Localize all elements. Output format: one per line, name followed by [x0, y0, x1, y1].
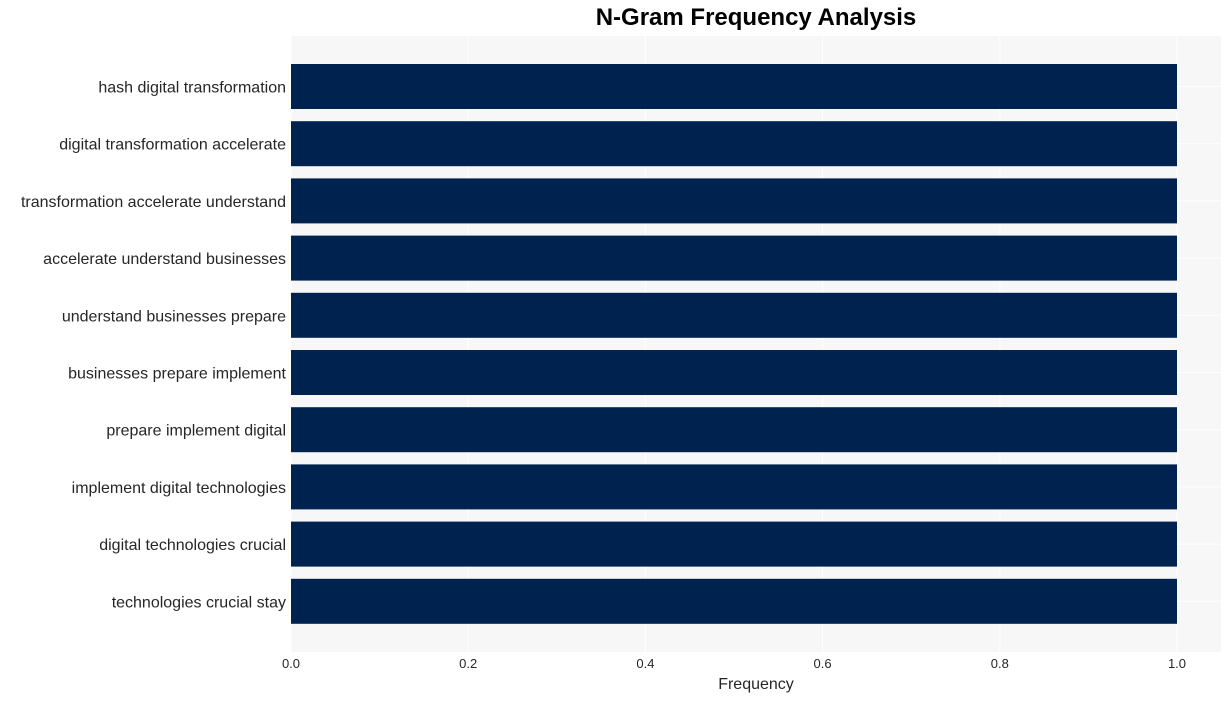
y-tick-label: accelerate understand businesses: [43, 251, 286, 268]
bar: [291, 178, 1177, 224]
y-tick-label: transformation accelerate understand: [21, 194, 286, 211]
bar: [291, 121, 1177, 167]
x-tick-label: 0.2: [459, 656, 477, 671]
x-tick-label: 0.0: [282, 656, 300, 671]
y-tick-label: understand businesses prepare: [62, 308, 286, 325]
x-tick-labels: 0.0 0.2 0.4 0.6 0.8 1.0: [282, 656, 1186, 671]
y-tick-label: businesses prepare implement: [68, 366, 286, 383]
bar: [291, 64, 1177, 109]
y-tick-label: implement digital technologies: [72, 480, 286, 497]
bar: [291, 350, 1177, 395]
bar: [291, 407, 1177, 453]
x-tick-label: 0.8: [991, 656, 1009, 671]
bar: [291, 464, 1177, 510]
y-tick-label: technologies crucial stay: [112, 594, 286, 611]
y-tick-label: prepare implement digital: [106, 423, 286, 440]
bar: [291, 292, 1177, 338]
bar: [291, 235, 1177, 281]
bar-chart: hash digital transformation digital trans…: [21, 36, 1221, 693]
y-tick-label: hash digital transformation: [98, 80, 286, 97]
bar: [291, 521, 1177, 567]
x-tick-label: 1.0: [1168, 656, 1186, 671]
y-tick-labels: hash digital transformation digital trans…: [21, 80, 287, 612]
x-tick-label: 0.6: [814, 656, 832, 671]
x-axis-label: Frequency: [718, 676, 794, 693]
y-tick-label: digital transformation accelerate: [59, 137, 286, 154]
bar: [291, 578, 1177, 624]
x-tick-label: 0.4: [636, 656, 654, 671]
y-tick-label: digital technologies crucial: [99, 537, 286, 554]
